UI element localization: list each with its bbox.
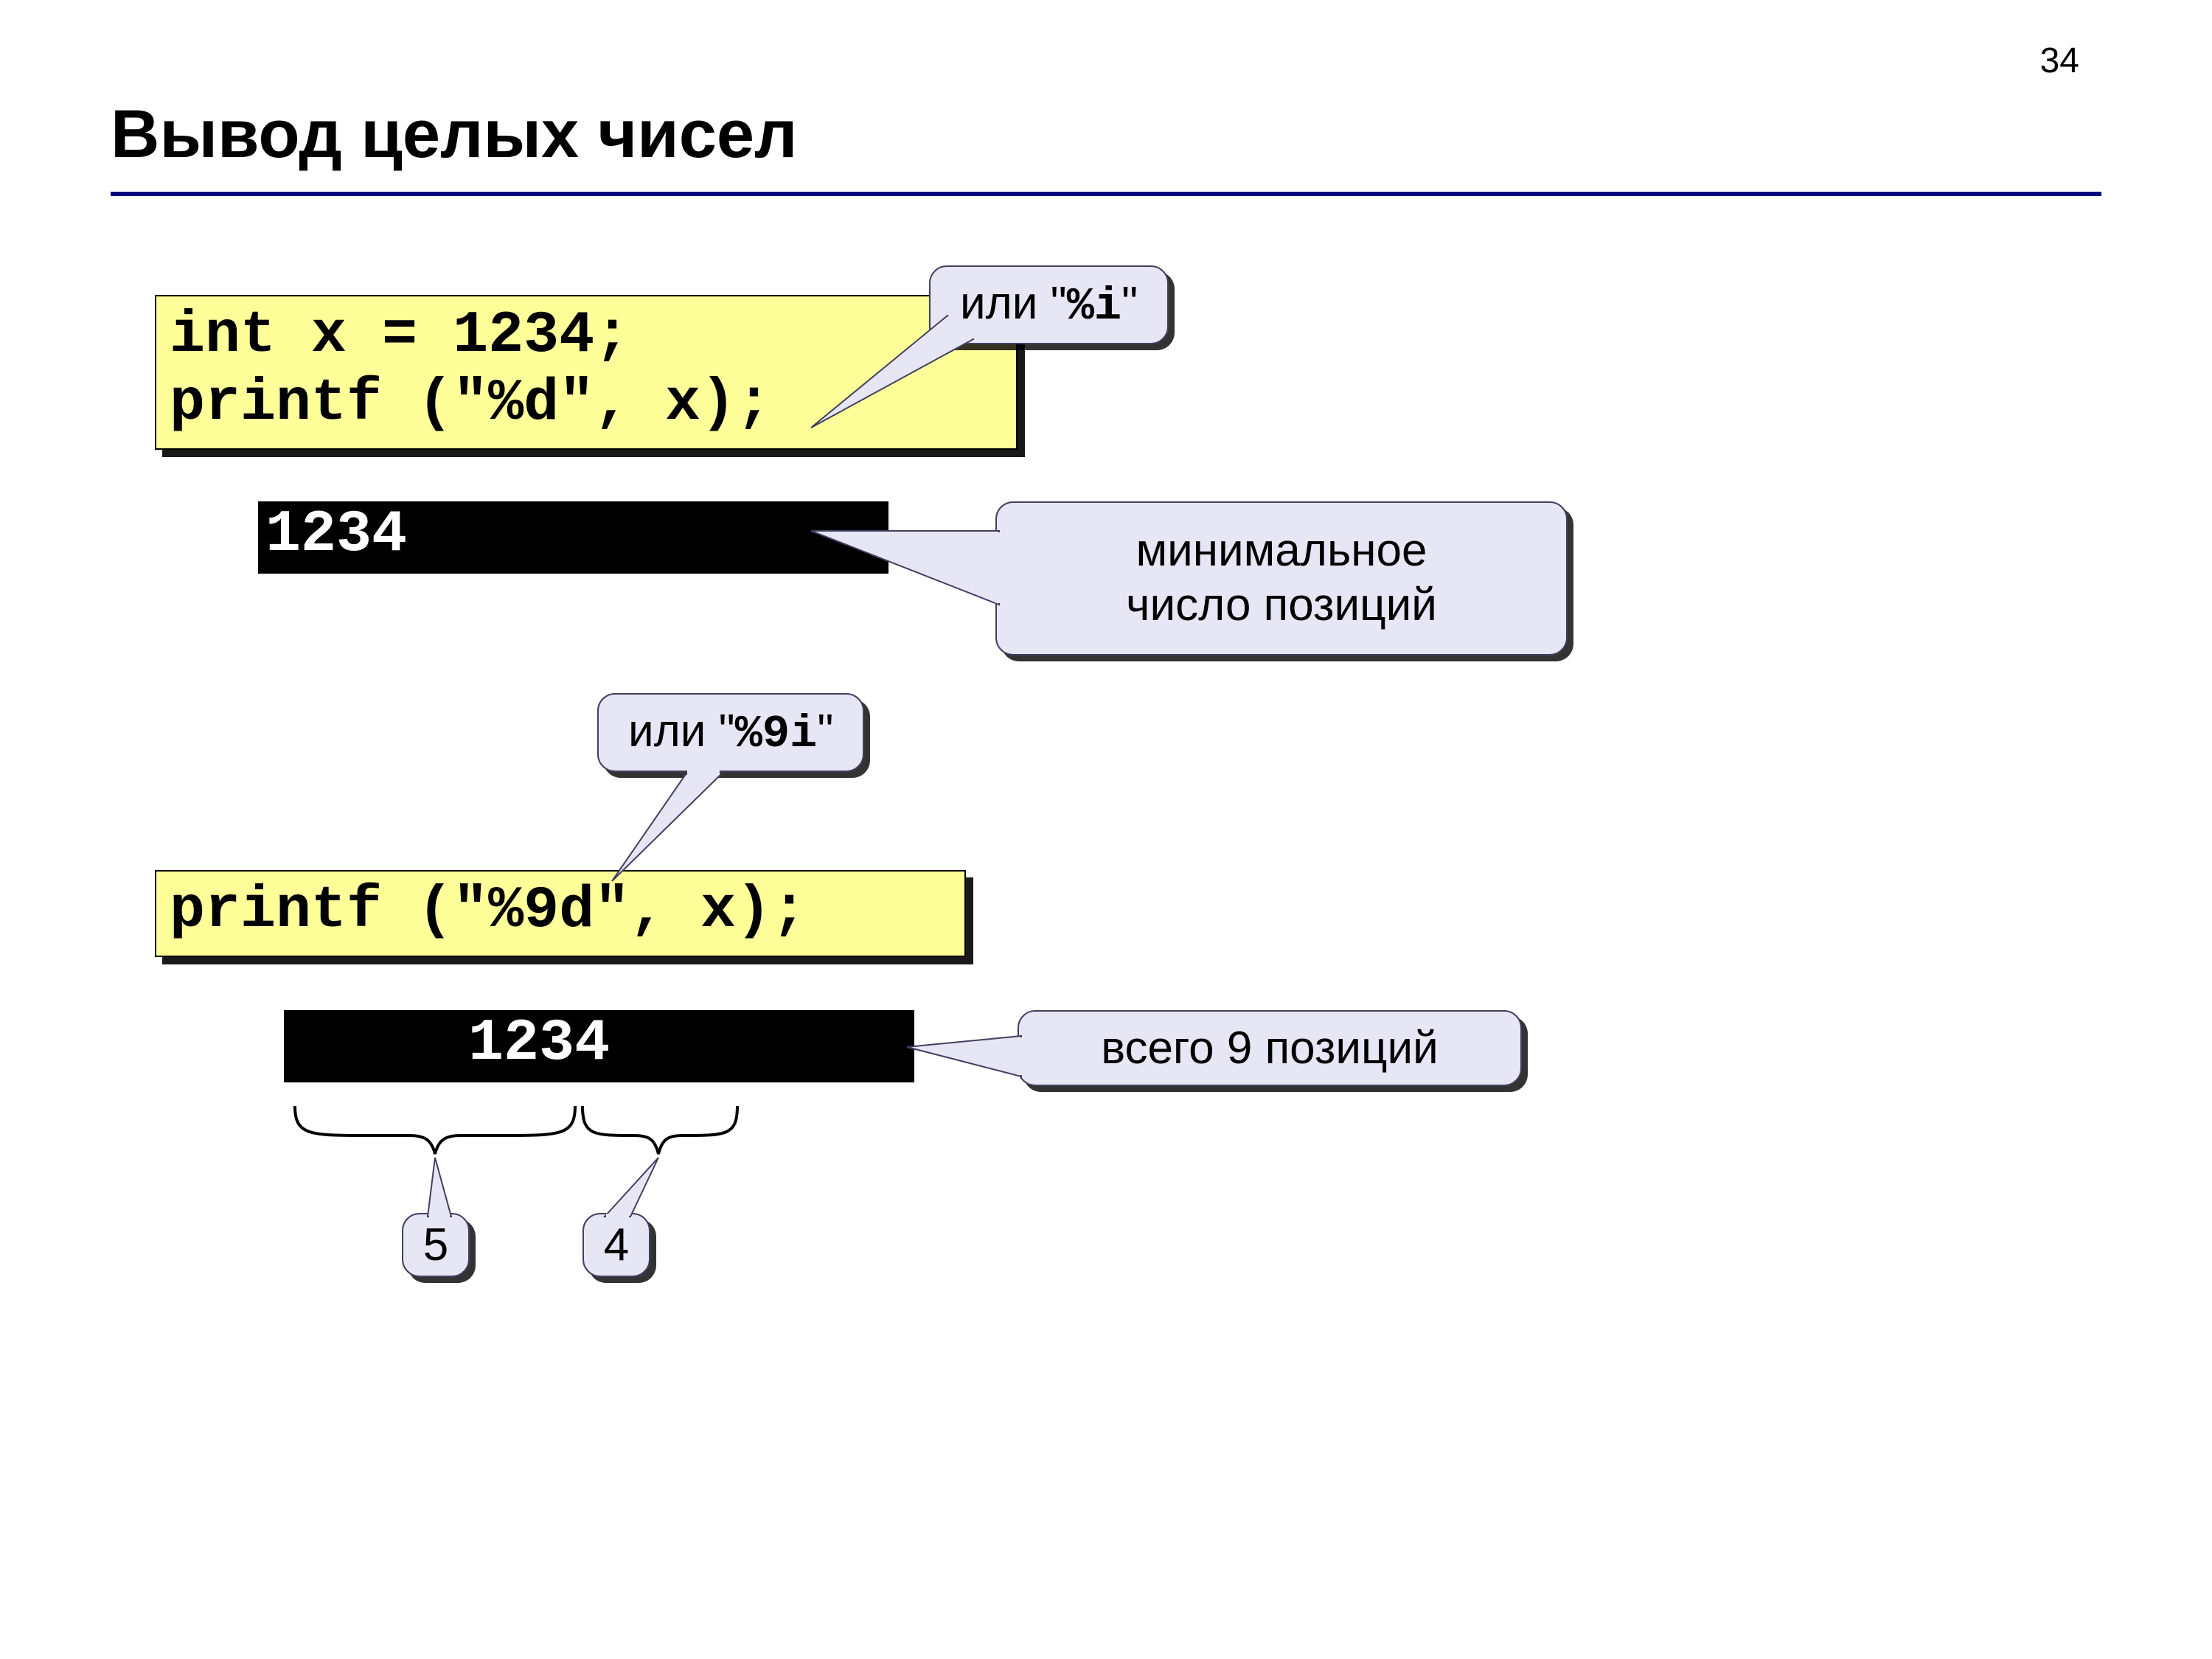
console-output-1: 1234 xyxy=(258,501,888,574)
code1-line1: int x = 1234; xyxy=(170,302,630,369)
code-block-1: int x = 1234; printf ("%d", x); xyxy=(155,295,1018,450)
slide: 34 Вывод целых чисел int x = 1234; print… xyxy=(0,0,2212,1659)
callout-percent-9i: или "%9i" xyxy=(597,693,864,772)
callout-i-suffix: " xyxy=(1121,278,1138,329)
pointer-overlay xyxy=(0,0,2212,1659)
callout-percent-i: или "%i" xyxy=(929,265,1169,344)
callout-min-positions: минимальное число позиций xyxy=(995,501,1568,655)
code1-line2: printf ("%d", x); xyxy=(170,370,771,437)
callout-i-code: %i xyxy=(1067,280,1121,333)
callout-minpos-l2: число позиций xyxy=(1126,580,1437,630)
callout-9i-prefix: или " xyxy=(628,706,735,757)
slide-title: Вывод целых чисел xyxy=(111,96,798,173)
brace-count-4: 4 xyxy=(582,1213,650,1277)
code2-line: printf ("%9d", x); xyxy=(170,877,807,945)
page-number: 34 xyxy=(2040,41,2079,81)
callout-9i-suffix: " xyxy=(817,706,833,757)
callout-minpos-l1: минимальное xyxy=(1136,525,1427,576)
code-block-2: printf ("%9d", x); xyxy=(155,870,966,957)
console-output-2: 1234 xyxy=(284,1010,914,1082)
callout-i-prefix: или " xyxy=(960,278,1067,329)
callout-9i-code: %9i xyxy=(735,708,818,760)
brace-count-5: 5 xyxy=(402,1213,470,1277)
callout-total-9: всего 9 позиций xyxy=(1018,1010,1522,1086)
title-underline xyxy=(111,192,2101,196)
